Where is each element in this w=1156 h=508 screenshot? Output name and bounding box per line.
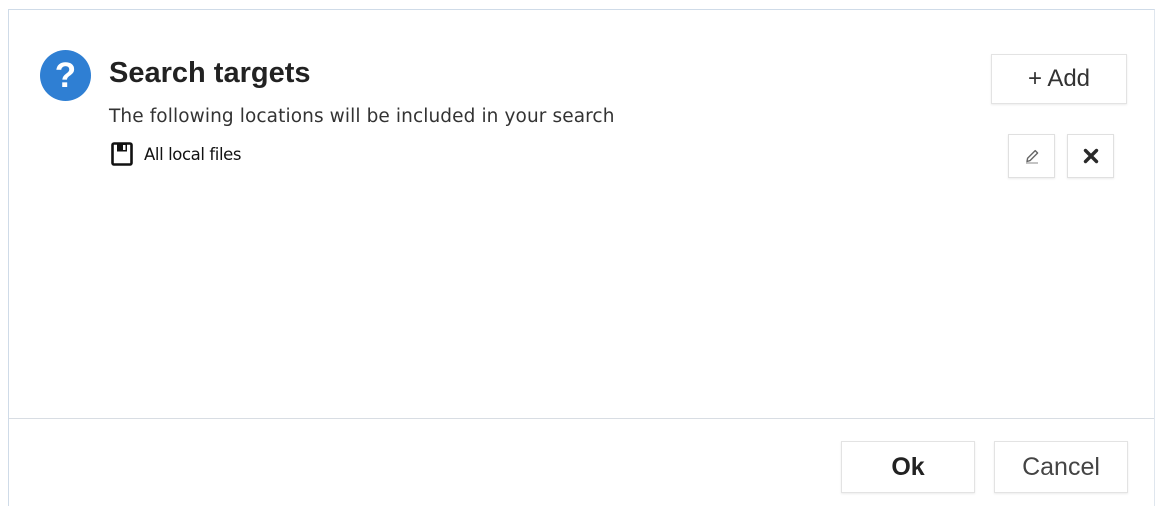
target-list-item[interactable]: All local files bbox=[111, 141, 242, 167]
dialog-subtitle: The following locations will be included… bbox=[109, 106, 615, 127]
remove-target-button[interactable] bbox=[1067, 134, 1114, 178]
search-targets-dialog: ? Search targets The following locations… bbox=[8, 9, 1155, 508]
question-mark-glyph: ? bbox=[54, 55, 77, 95]
add-target-button[interactable]: + Add bbox=[991, 54, 1127, 104]
floppy-disk-icon bbox=[111, 142, 133, 166]
cancel-button[interactable]: Cancel bbox=[994, 441, 1128, 493]
close-x-icon bbox=[1083, 148, 1098, 164]
edit-target-button[interactable] bbox=[1008, 134, 1055, 178]
dialog-footer: Ok Cancel bbox=[9, 418, 1154, 508]
target-label: All local files bbox=[144, 144, 242, 164]
question-circle-icon: ? bbox=[40, 50, 91, 101]
ok-button[interactable]: Ok bbox=[841, 441, 975, 493]
dialog-title: Search targets bbox=[109, 57, 311, 89]
pencil-icon bbox=[1025, 149, 1038, 164]
